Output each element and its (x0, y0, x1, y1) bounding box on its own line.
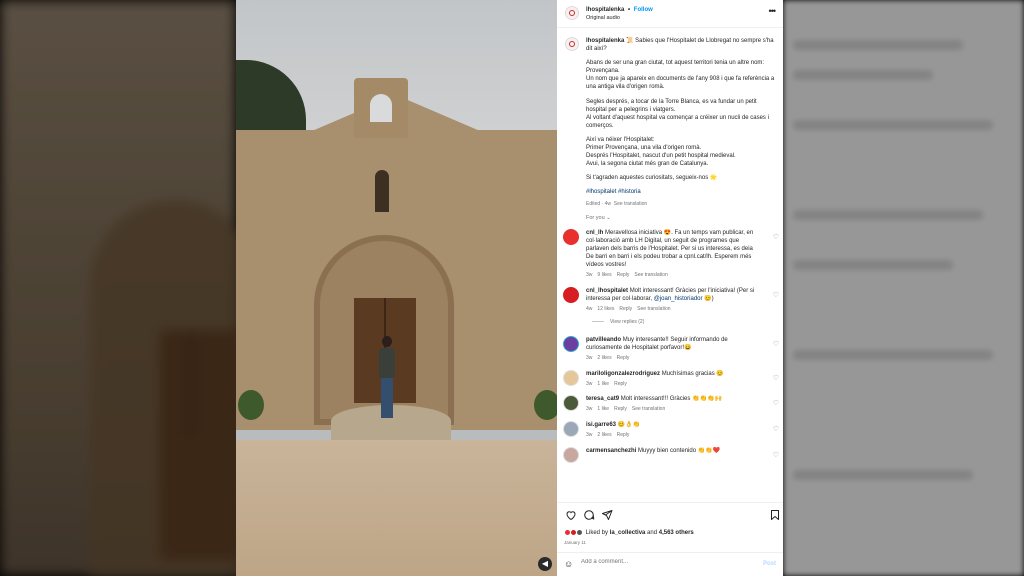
avatar[interactable] (563, 335, 579, 352)
see-translation-link[interactable]: See translation (614, 201, 647, 207)
comment-username[interactable]: cnl_lhospitalet (586, 288, 628, 294)
hashtags[interactable]: #lhospitalet #historia (586, 188, 775, 196)
caption-username[interactable]: lhospitalenka (586, 38, 624, 44)
comment-username[interactable]: isi.garre63 (586, 422, 616, 428)
post-actions: Liked by la_collectiva and 4,563 others … (557, 502, 783, 548)
comments-scroll-area[interactable]: lhospitalenka 📜 Sabies que l'Hospitalet … (557, 28, 783, 502)
comment-icon[interactable] (583, 509, 595, 521)
person-figure (379, 336, 395, 420)
caption-paragraph: Abans de ser una gran ciutat, tot aquest… (586, 60, 775, 91)
comment-likes[interactable]: 12 likes (597, 306, 614, 312)
heart-icon[interactable]: ♡ (773, 399, 779, 408)
comment-username[interactable]: cnl_lh (586, 230, 603, 236)
liked-by-count[interactable]: 4,563 others (659, 530, 694, 536)
post-side-panel: lhospitalenka • Follow Original audio ••… (557, 0, 783, 576)
comment-age: 3w (586, 272, 593, 279)
comment-age: 4w (586, 306, 593, 313)
post-username[interactable]: lhospitalenka (586, 7, 624, 13)
comment-username[interactable]: carmensanchezhi (586, 448, 636, 454)
comment-age: 3w (586, 354, 593, 361)
reply-link[interactable]: Reply (617, 272, 630, 278)
comment-text: Molt interessant!!! Gràcies 👏👏👏🙌 (620, 396, 722, 403)
caption-paragraph: Així va néixer l'Hospitalet: Primer Prov… (586, 136, 736, 168)
avatar[interactable] (563, 395, 579, 412)
emoji-icon[interactable]: ☺ (564, 558, 573, 570)
comment: mariloligonzalezrodriguez Muchísimas gra… (557, 369, 783, 388)
comment-age: 3w (586, 432, 593, 439)
post-date: January 11 (564, 540, 586, 545)
post-photo[interactable] (236, 0, 557, 576)
bookmark-icon[interactable] (769, 509, 781, 521)
comment-username[interactable]: mariloligonzalezrodriguez (586, 371, 660, 377)
audio-label[interactable]: Original audio (586, 15, 620, 22)
for-you-toggle[interactable]: For you ⌄ (557, 207, 783, 228)
comment-age: 3w (586, 406, 593, 413)
comment-text: Meravellosa iniciativa 😍. Fa un temps va… (586, 229, 754, 269)
reply-link[interactable]: Reply (617, 432, 630, 438)
reply-link[interactable]: Reply (614, 381, 627, 387)
mention-link[interactable]: @joan_historiador (654, 296, 703, 302)
avatar[interactable] (563, 286, 579, 303)
comment: cnl_lhospitalet Molt interessant! Gràcie… (557, 286, 783, 313)
comment: cnl_lh Meravellosa iniciativa 😍. Fa un t… (557, 228, 783, 279)
post-caption: lhospitalenka 📜 Sabies que l'Hospitalet … (557, 28, 783, 207)
comment-likes[interactable]: 2 likes (597, 432, 611, 438)
comment-age: 3w (586, 380, 593, 387)
add-comment-bar: ☺ Post (557, 552, 783, 576)
heart-icon[interactable]: ♡ (773, 425, 779, 434)
see-translation-link[interactable]: See translation (632, 406, 665, 412)
liker-avatars (564, 529, 584, 536)
liked-by-and: and (645, 530, 659, 537)
avatar[interactable] (563, 421, 579, 438)
comment-username[interactable]: patvilleando (586, 337, 621, 343)
comment-likes[interactable]: 2 likes (597, 355, 611, 361)
post-comment-button[interactable]: Post (763, 560, 776, 568)
more-options-icon[interactable]: ••• (769, 5, 777, 17)
comment-text-end: 😊) (702, 295, 714, 302)
heart-icon[interactable]: ♡ (773, 340, 779, 349)
mute-toggle-button[interactable]: ◀ (538, 557, 552, 571)
likes-summary[interactable]: Liked by la_collectiva and 4,563 others (564, 529, 694, 537)
follow-button[interactable]: Follow (634, 7, 653, 13)
heart-icon[interactable]: ♡ (773, 451, 779, 460)
comment: teresa_cat9 Molt interessant!!! Gràcies … (557, 395, 783, 413)
heart-icon[interactable]: ♡ (773, 374, 779, 383)
avatar[interactable] (563, 447, 579, 464)
comment-text: Muchísimas gracias 😊 (661, 370, 724, 377)
comment-likes[interactable]: 1 like (597, 406, 609, 412)
avatar[interactable] (565, 6, 579, 20)
comment: carmensanchezhi Muyyy bien contenido 👏👏❤… (557, 447, 783, 464)
heart-icon[interactable]: ♡ (773, 233, 779, 242)
view-replies-button[interactable]: View replies (2) (557, 319, 783, 326)
caption-edited: Edited · 4w (586, 200, 612, 207)
comment: patvilleando Muy interesante!! Seguir in… (557, 335, 783, 362)
comment-username[interactable]: teresa_cat9 (586, 396, 619, 402)
avatar[interactable] (563, 369, 579, 386)
comment-text: Muyyy bien contenido 👏👏❤️ (638, 448, 721, 455)
see-translation-link[interactable]: See translation (634, 272, 667, 278)
avatar[interactable] (565, 37, 579, 51)
like-heart-icon[interactable] (565, 509, 577, 521)
liked-by-user[interactable]: la_collectiva (610, 530, 646, 536)
see-translation-link[interactable]: See translation (637, 306, 670, 312)
liked-by-prefix: Liked by (585, 530, 610, 537)
avatar[interactable] (563, 228, 579, 245)
comment-likes[interactable]: 9 likes (597, 272, 611, 278)
heart-icon[interactable]: ♡ (773, 291, 779, 300)
comment: isi.garre63 😊👌👏 3w 2 likes Reply ♡ (557, 421, 783, 439)
post-header: lhospitalenka • Follow Original audio ••… (557, 0, 783, 28)
caption-paragraph: Segles després, a tocar de la Torre Blan… (586, 98, 769, 129)
reply-link[interactable]: Reply (614, 406, 627, 412)
comment-text: 😊👌👏 (617, 422, 641, 429)
comment-likes[interactable]: 1 like (597, 381, 609, 387)
share-icon[interactable] (601, 509, 613, 521)
reply-link[interactable]: Reply (619, 306, 632, 312)
caption-paragraph: Si t'agraden aquestes curiositats, segue… (586, 175, 718, 182)
speaker-icon: ◀ (541, 559, 549, 568)
add-comment-input[interactable] (581, 559, 741, 565)
separator: • (628, 7, 631, 13)
reply-link[interactable]: Reply (617, 355, 630, 361)
